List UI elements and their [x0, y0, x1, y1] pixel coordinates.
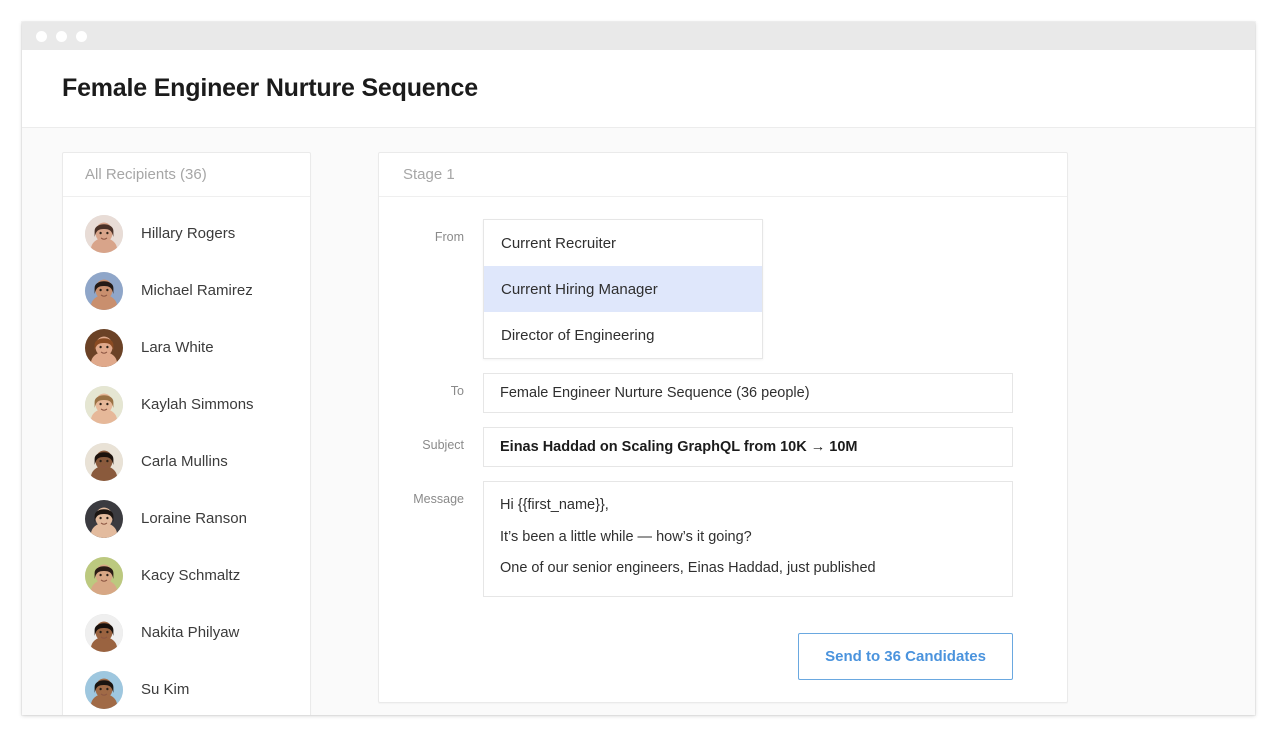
message-line: It’s been a little while — how’s it goin…: [500, 528, 752, 545]
to-input[interactable]: Female Engineer Nurture Sequence (36 peo…: [483, 373, 1013, 413]
from-control: Current Recruiter Current Hiring Manager D…: [483, 219, 1013, 359]
recipient-name: Michael Ramirez: [141, 282, 253, 299]
recipient-name: Su Kim: [141, 681, 190, 698]
recipient-name: Loraine Ranson: [141, 510, 247, 527]
page-title: Female Engineer Nurture Sequence: [62, 74, 478, 102]
recipient-row[interactable]: Lara White: [63, 319, 310, 376]
avatar: [85, 499, 123, 538]
from-label: From: [434, 230, 464, 244]
avatar: [85, 385, 123, 424]
to-field-row: To Female Engineer Nurture Sequence (36 …: [379, 373, 1013, 413]
message-label: Message: [413, 492, 464, 506]
send-to-candidates-button[interactable]: Send to 36 Candidates: [798, 633, 1013, 680]
recipient-row[interactable]: Hillary Rogers: [63, 205, 310, 262]
recipient-name: Kacy Schmaltz: [141, 567, 241, 584]
from-dropdown-menu[interactable]: Current Recruiter Current Hiring Manager D…: [483, 219, 763, 359]
recipient-name: Lara White: [141, 339, 214, 356]
avatar: [85, 442, 123, 481]
recipient-row[interactable]: Su Kim: [63, 661, 310, 715]
to-control: Female Engineer Nurture Sequence (36 peo…: [483, 373, 1013, 413]
recipient-row[interactable]: Kacy Schmaltz: [63, 547, 310, 604]
from-option[interactable]: Current Hiring Manager: [484, 266, 762, 312]
avatar: [85, 271, 123, 310]
recipients-list[interactable]: Hillary Rogers Michael Ramirez Lara White K…: [63, 197, 310, 715]
recipients-header: All Recipients (36): [63, 153, 310, 197]
maximize-dot-icon[interactable]: [76, 30, 87, 42]
subject-field-row: Subject Einas Haddad on Scaling GraphQL …: [379, 427, 1013, 467]
to-label: To: [450, 384, 464, 398]
stage-header: Stage 1: [379, 153, 1067, 197]
avatar: [85, 328, 123, 367]
from-field-row: From Current Recruiter Current Hiring Man…: [379, 219, 1013, 359]
send-row: Send to 36 Candidates: [379, 611, 1013, 680]
browser-window: Female Engineer Nurture Sequence All Rec…: [22, 22, 1255, 715]
recipient-name: Kaylah Simmons: [141, 396, 254, 413]
avatar: [85, 670, 123, 709]
recipient-name: Carla Mullins: [141, 453, 228, 470]
window-titlebar: [22, 22, 1255, 50]
stage-panel: Stage 1 From Current Recruiter Current Hi…: [378, 152, 1068, 703]
message-line: One of our senior engineers, Einas Hadda…: [500, 560, 876, 577]
subject-label: Subject: [422, 438, 464, 452]
from-option[interactable]: Director of Engineering: [484, 312, 762, 358]
recipient-row[interactable]: Michael Ramirez: [63, 262, 310, 319]
app-body: All Recipients (36) Hillary Rogers Michae…: [22, 128, 1255, 715]
message-control: Hi {{first_name}}, It’s been a little whi…: [483, 481, 1013, 597]
subject-control: Einas Haddad on Scaling GraphQL from 10K…: [483, 427, 1013, 467]
recipient-row[interactable]: Carla Mullins: [63, 433, 310, 490]
close-dot-icon[interactable]: [36, 30, 47, 42]
avatar: [85, 613, 123, 652]
avatar: [85, 214, 123, 253]
avatar: [85, 556, 123, 595]
message-textarea[interactable]: Hi {{first_name}}, It’s been a little whi…: [483, 481, 1013, 597]
message-line: Hi {{first_name}},: [500, 497, 609, 513]
recipient-name: Nakita Philyaw: [141, 624, 240, 641]
recipients-panel: All Recipients (36) Hillary Rogers Michae…: [62, 152, 311, 715]
recipient-row[interactable]: Loraine Ranson: [63, 490, 310, 547]
recipient-name: Hillary Rogers: [141, 225, 236, 242]
app-header: Female Engineer Nurture Sequence: [22, 50, 1255, 128]
minimize-dot-icon[interactable]: [56, 30, 67, 42]
message-field-row: Message Hi {{first_name}}, It’s been a li…: [379, 481, 1013, 597]
recipient-row[interactable]: Kaylah Simmons: [63, 376, 310, 433]
from-option[interactable]: Current Recruiter: [484, 220, 762, 266]
subject-input[interactable]: Einas Haddad on Scaling GraphQL from 10K…: [483, 427, 1013, 467]
recipient-row[interactable]: Nakita Philyaw: [63, 604, 310, 661]
stage-body: From Current Recruiter Current Hiring Man…: [379, 197, 1067, 680]
